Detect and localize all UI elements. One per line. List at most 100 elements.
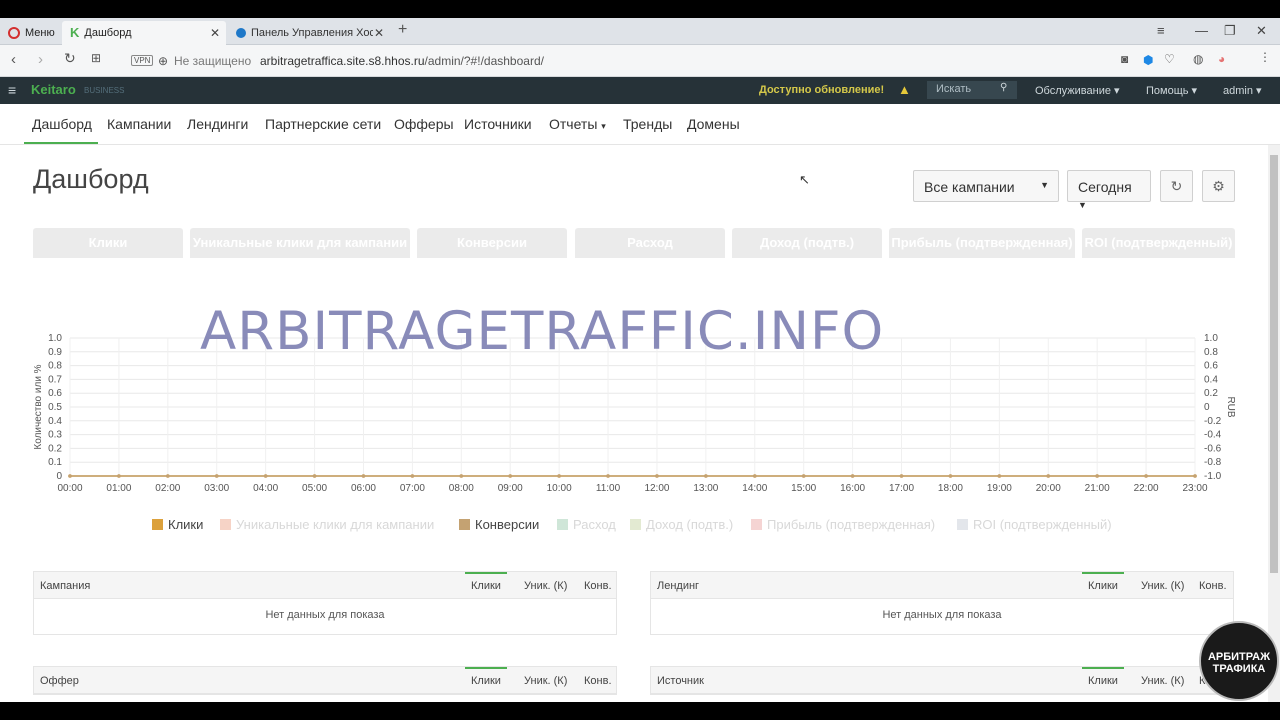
nav-offers[interactable]: Офферы bbox=[394, 116, 454, 132]
hamburger-icon[interactable]: ≡ bbox=[8, 82, 16, 98]
campaign-select[interactable]: Все кампании ▼ bbox=[913, 170, 1059, 202]
palette-icon[interactable]: ◕ bbox=[1218, 52, 1225, 66]
heart-icon[interactable]: ♡ bbox=[1164, 52, 1175, 66]
nav-dashboard[interactable]: Дашборд bbox=[32, 116, 92, 132]
col-conv[interactable]: Конв. bbox=[1199, 580, 1227, 592]
metric-card-conversions[interactable]: Конверсии 0 bbox=[417, 228, 567, 297]
sort-indicator bbox=[1082, 572, 1124, 574]
legend-item[interactable]: Клики bbox=[152, 517, 203, 532]
legend-item[interactable]: Уникальные клики для кампании bbox=[220, 517, 434, 532]
badge-line-2: ТРАФИКА bbox=[1212, 663, 1266, 675]
data-point bbox=[117, 474, 121, 478]
metric-card-unique-clicks[interactable]: Уникальные клики для кампании 0 bbox=[190, 228, 410, 297]
data-point bbox=[899, 474, 904, 478]
legend-item[interactable]: Расход bbox=[557, 517, 616, 532]
nav-reports[interactable]: Отчеты ▾ bbox=[549, 116, 606, 132]
close-window-icon[interactable]: ✕ bbox=[1256, 23, 1267, 39]
nav-campaigns[interactable]: Кампании bbox=[107, 116, 171, 132]
vpn-badge[interactable]: VPN bbox=[131, 55, 154, 66]
brand-logo[interactable]: Keitaro bbox=[31, 82, 76, 97]
keitaro-k-icon: K bbox=[70, 25, 80, 40]
update-available-link[interactable]: Доступно обновление! bbox=[759, 84, 884, 96]
close-tab-icon[interactable]: ✕ bbox=[374, 26, 384, 40]
col-conv[interactable]: Конв. bbox=[584, 675, 612, 687]
source-table: Источник Клики Уник. (К) К bbox=[650, 666, 1234, 695]
legend-swatch bbox=[751, 519, 762, 530]
table-header: Кампания Клики Уник. (К) Конв. bbox=[34, 572, 616, 599]
globe-blue-icon bbox=[236, 28, 246, 38]
metric-card-clicks[interactable]: Клики 0 bbox=[33, 228, 183, 297]
refresh-button[interactable]: ↻ bbox=[1160, 170, 1193, 202]
legend-label: Уникальные клики для кампании bbox=[236, 517, 435, 532]
y-tick-label: 0.4 bbox=[48, 416, 62, 427]
legend-item[interactable]: Доход (подтв.) bbox=[630, 517, 733, 532]
refresh-icon: ↻ bbox=[1170, 178, 1183, 194]
tab-dashboard[interactable]: K Дашборд ✕ bbox=[62, 21, 226, 45]
col-landing[interactable]: Лендинг bbox=[657, 580, 699, 592]
nav-sources[interactable]: Источники bbox=[464, 116, 532, 132]
metric-card-revenue[interactable]: Доход (подтв.) 0р. bbox=[732, 228, 882, 297]
insecure-label[interactable]: Не защищено bbox=[174, 54, 251, 68]
nav-trends[interactable]: Тренды bbox=[623, 116, 672, 132]
col-source[interactable]: Источник bbox=[657, 675, 704, 687]
col-unique[interactable]: Уник. (К) bbox=[524, 580, 567, 592]
opera-menu-button[interactable]: Меню bbox=[0, 21, 60, 45]
forward-icon[interactable]: › bbox=[38, 51, 43, 68]
nav-domains[interactable]: Домены bbox=[687, 116, 740, 132]
user-menu[interactable]: admin ▾ bbox=[1223, 84, 1262, 97]
period-select[interactable]: Сегодня ▼ bbox=[1067, 170, 1151, 210]
speed-dial-icon[interactable]: ⊞ bbox=[91, 51, 101, 65]
tab-hosting-panel[interactable]: Панель Управления Хост ✕ bbox=[228, 21, 390, 45]
menu-dots-icon[interactable]: ⋮ bbox=[1259, 50, 1271, 64]
settings-button[interactable]: ⚙ bbox=[1202, 170, 1235, 202]
new-tab-icon[interactable]: + bbox=[398, 21, 407, 39]
close-tab-icon[interactable]: ✕ bbox=[210, 26, 220, 40]
opera-icon bbox=[8, 27, 20, 39]
minimize-icon[interactable]: — bbox=[1195, 23, 1208, 38]
gear-icon: ⚙ bbox=[1212, 178, 1225, 194]
nav-affiliate-networks[interactable]: Партнерские сети bbox=[265, 116, 381, 132]
search-icon[interactable]: ⚲ bbox=[1000, 82, 1007, 93]
col-clicks[interactable]: Клики bbox=[471, 675, 501, 687]
shield-icon[interactable]: ⬢ bbox=[1143, 53, 1153, 67]
col-clicks[interactable]: Клики bbox=[471, 580, 501, 592]
col-unique[interactable]: Уник. (К) bbox=[1141, 675, 1184, 687]
data-point bbox=[410, 474, 415, 478]
col-conv[interactable]: Конв. bbox=[584, 580, 612, 592]
service-menu[interactable]: Обслуживание ▾ bbox=[1035, 84, 1120, 97]
camera-icon[interactable]: ◙ bbox=[1121, 52, 1128, 66]
data-point bbox=[361, 474, 366, 478]
metric-card-roi[interactable]: ROI (подтвержденный) 0.00 bbox=[1082, 228, 1235, 297]
tab-menu-icon[interactable]: ≡ bbox=[1157, 23, 1165, 38]
col-clicks[interactable]: Клики bbox=[1088, 675, 1118, 687]
search-field[interactable]: Искать ⚲ bbox=[927, 81, 1017, 99]
legend-item[interactable]: Конверсии bbox=[459, 517, 539, 532]
data-point bbox=[557, 474, 561, 478]
table-header: Оффер Клики Уник. (К) Конв. bbox=[34, 667, 616, 694]
metric-card-profit[interactable]: Прибыль (подтвержденная) 0р. bbox=[889, 228, 1075, 297]
data-point bbox=[1144, 474, 1148, 478]
extension-icon[interactable]: ◍ bbox=[1193, 52, 1203, 66]
help-menu[interactable]: Помощь ▾ bbox=[1146, 84, 1197, 97]
x-tick-label: 05:00 bbox=[302, 483, 327, 494]
back-icon[interactable]: ‹ bbox=[11, 51, 16, 68]
y-tick-label: 1.0 bbox=[48, 333, 62, 344]
url-field[interactable]: arbitragetraffica.site.s8.hhos.ru/admin/… bbox=[260, 54, 544, 68]
legend-item[interactable]: ROI (подтвержденный) bbox=[957, 517, 1112, 532]
nav-landings[interactable]: Лендинги bbox=[187, 116, 248, 132]
col-unique[interactable]: Уник. (К) bbox=[524, 675, 567, 687]
col-offer[interactable]: Оффер bbox=[40, 675, 79, 687]
restore-icon[interactable]: ❐ bbox=[1224, 23, 1236, 39]
col-campaign[interactable]: Кампания bbox=[40, 580, 90, 592]
metric-card-cost[interactable]: Расход 0р. bbox=[575, 228, 725, 297]
caret-down-icon: ▼ bbox=[1040, 180, 1049, 190]
y-tick-label: 0.9 bbox=[48, 347, 62, 358]
legend-item[interactable]: Прибыль (подтвержденная) bbox=[751, 517, 935, 532]
x-tick-label: 02:00 bbox=[155, 483, 180, 494]
y2-tick-label: -0.4 bbox=[1204, 430, 1222, 441]
url-host: arbitragetraffica.site.s8.hhos.ru bbox=[260, 54, 425, 68]
reload-icon[interactable]: ↻ bbox=[64, 50, 76, 67]
x-tick-label: 19:00 bbox=[987, 483, 1012, 494]
col-unique[interactable]: Уник. (К) bbox=[1141, 580, 1184, 592]
col-clicks[interactable]: Клики bbox=[1088, 580, 1118, 592]
